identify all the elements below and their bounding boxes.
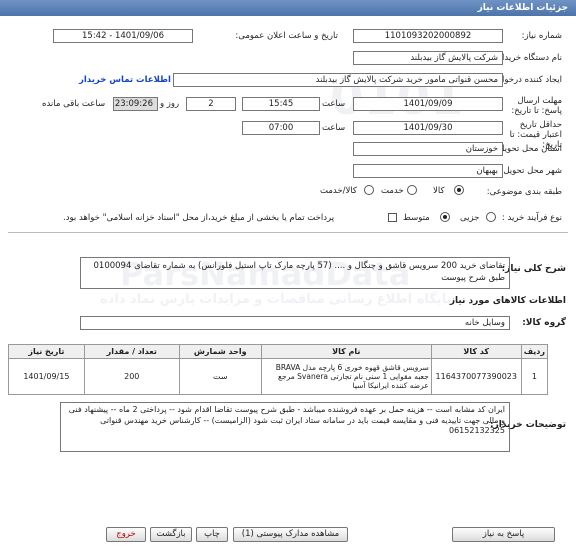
goods-table: ردیف کد کالا نام کالا واحد شمارش تعداد /… [8,344,549,395]
city-label: شهر محل تحویل: [500,166,562,176]
remaining-time-field: 23:09:26 [113,97,158,111]
buyer-notes-box: ایران کد مشابه است -- هزینه حمل بر عهده … [60,402,510,452]
cell-unit: ست [178,358,262,395]
announce-label: تاریخ و ساعت اعلان عمومی: [235,31,338,41]
page-title-bar: جزئیات اطلاعات نیاز [0,0,576,16]
need-number-label: شماره نیاز: [521,31,562,41]
remaining-label: ساعت باقی مانده [42,99,106,109]
payment-note: پرداخت تمام یا بخشی از مبلغ خرید،از محل … [63,213,335,223]
process-radio-minor[interactable] [486,212,496,222]
validity-time-field: 07:00 [242,121,320,135]
cell-qty: 200 [83,358,180,395]
category-option-both: کالا/خدمت [320,186,357,196]
table-row: 1 1164370077390023 سرویس قاشق قهوه خوری … [8,358,549,395]
process-label: نوع فرآیند خرید : [501,213,562,223]
back-button[interactable]: بازگشت [150,527,192,542]
payment-checkbox[interactable] [388,213,397,222]
buyer-field: شرکت پالایش گاز بیدبلند [353,51,503,65]
validity-date-field: 1401/09/30 [353,121,503,135]
goods-table-header: ردیف کد کالا نام کالا واحد شمارش تعداد /… [8,344,549,359]
process-option-medium: متوسط [403,213,430,223]
province-label: استان محل تحویل: [495,144,562,154]
goods-group-field: وسایل خانه [80,316,510,330]
creator-field: محسن قنواتی مامور خرید شرکت پالایش گاز ب… [173,73,503,87]
watermark-sub: پایگاه اطلاع رسانی مناقصات و مزایدات پار… [100,292,452,307]
goods-group-label: گروه کالا: [522,318,566,328]
reply-button[interactable]: پاسخ به نیاز [452,527,555,542]
cell-index: 1 [520,358,549,395]
cell-date: 1401/09/15 [8,358,85,395]
cell-code: 1164370077390023 [430,358,522,395]
days-field: 2 [186,97,236,111]
exit-button[interactable]: خروج [106,527,146,542]
col-name: نام کالا [260,344,432,359]
deadline-label: مهلت ارسال پاسخ: تا تاریخ: [511,96,562,116]
category-radio-service[interactable] [407,185,417,195]
deadline-time-label: ساعت [322,99,346,109]
category-label: طبقه بندی موضوعی: [486,187,562,197]
province-field: خوزستان [353,142,503,156]
cell-name: سرویس قاشق قهوه خوری 6 پارچه مدل BRAVA ج… [260,358,432,395]
print-button[interactable]: چاپ [196,527,228,542]
deadline-time-field: 15:45 [242,97,320,111]
summary-label: شرح کلی نیاز: [501,264,566,274]
col-qty: تعداد / مقدار [83,344,180,359]
category-radio-goods[interactable] [454,185,464,195]
process-radio-medium[interactable] [440,212,450,222]
category-radio-both[interactable] [364,185,374,195]
col-index: ردیف [520,344,549,359]
col-date: تاریخ نیاز [8,344,85,359]
announce-field: 1401/09/06 - 15:42 [53,29,193,43]
col-code: کد کالا [430,344,522,359]
category-option-service: خدمت [381,186,404,196]
page-title: جزئیات اطلاعات نیاز [477,3,568,13]
process-option-minor: جزیی [460,213,480,223]
validity-time-label: ساعت [322,123,346,133]
city-field: بهبهان [353,164,503,178]
divider [8,232,568,233]
buyer-label: نام دستگاه خریدار: [495,53,562,63]
goods-section-title: اطلاعات کالاهای مورد نیاز [449,296,566,306]
contact-buyer-link[interactable]: اطلاعات تماس خریدار [79,75,171,85]
need-number-field: 1101093202000892 [353,29,503,43]
col-unit: واحد شمارش [178,344,262,359]
attachments-button[interactable]: مشاهده مدارک پیوستی (1) [233,527,348,542]
summary-box: تقاضای خرید 200 سرویس قاشق و چنگال و ...… [80,257,510,289]
days-label: روز و [160,99,180,109]
category-option-goods: کالا [433,186,445,196]
deadline-date-field: 1401/09/09 [353,97,503,111]
